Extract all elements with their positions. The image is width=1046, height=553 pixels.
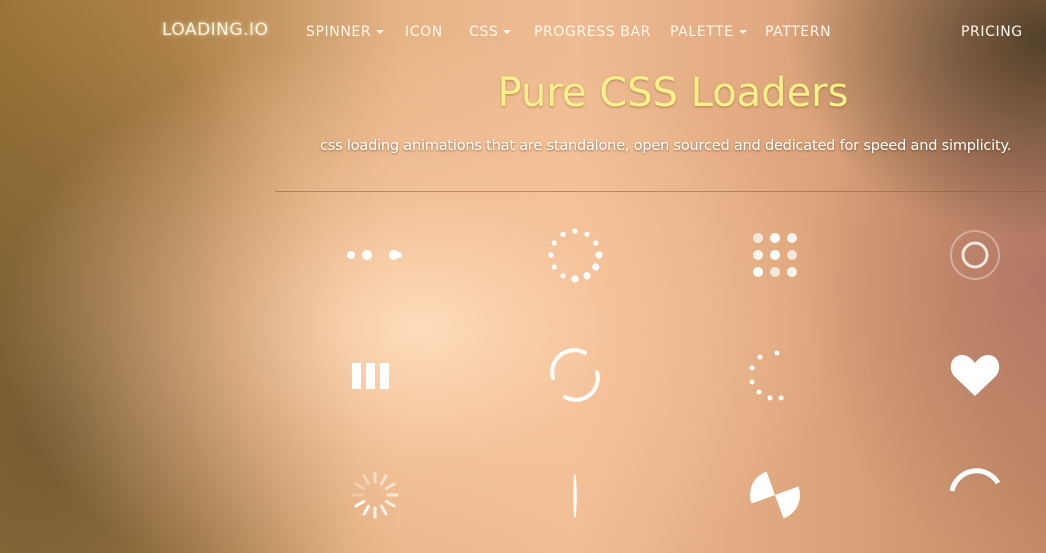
default-loader-dot (584, 231, 590, 237)
divider (275, 191, 1046, 192)
loader-roller[interactable] (725, 325, 825, 425)
spinner-dash (354, 499, 366, 508)
default-loader-dot (551, 264, 557, 270)
loader-heart[interactable] (925, 325, 1025, 425)
loader-ring[interactable] (925, 445, 1025, 545)
hourglass-loader-icon (750, 471, 800, 519)
grid-loader-icon (753, 233, 797, 277)
page-title: Pure CSS Loaders (497, 70, 849, 116)
hourglass-line-loader-icon (573, 474, 577, 518)
nav-palette-label: PALETTE (670, 24, 734, 40)
loader-hourglass-line[interactable] (525, 445, 625, 545)
default-loader-dot (571, 275, 579, 283)
caret-down-icon (738, 30, 747, 34)
nav-palette[interactable]: PALETTE (670, 24, 747, 40)
caret-down-icon (376, 30, 385, 34)
spinner-dash (362, 474, 370, 486)
default-loader-dot (560, 273, 566, 279)
spinner-dash (362, 504, 370, 516)
spinner-dash (384, 500, 396, 508)
nav-css-label: CSS (469, 24, 499, 40)
nav-pricing[interactable]: PRICING (961, 24, 1023, 40)
nav-icon-label: ICON (405, 24, 443, 40)
dual-ring-loader-icon (550, 348, 600, 402)
nav-progress-bar-label: PROGRESS BAR (534, 24, 651, 40)
nav-css[interactable]: CSS (469, 24, 512, 40)
spinner-dash (380, 504, 388, 516)
loader-spinner[interactable] (325, 445, 425, 545)
nav-spinner-label: SPINNER (306, 24, 372, 40)
loader-ripple[interactable] (925, 205, 1025, 305)
spinner-dash (354, 482, 366, 490)
default-loader-dot (592, 263, 600, 271)
spinner-loader-icon (351, 471, 399, 519)
default-loader-dot (595, 251, 603, 259)
default-loader-icon (548, 228, 603, 283)
nav-icon[interactable]: ICON (405, 24, 443, 40)
default-loader-dot (583, 272, 591, 280)
caret-down-icon (503, 30, 512, 34)
default-loader-dot (593, 240, 599, 246)
nav-pattern[interactable]: PATTERN (765, 24, 831, 40)
spinner-dash (384, 482, 396, 490)
ellipsis-loader-icon (347, 250, 402, 260)
brand-logo[interactable]: LOADING.IO (162, 20, 268, 40)
default-loader-dot (572, 228, 578, 234)
loader-default[interactable] (525, 205, 625, 305)
default-loader-dot (548, 252, 554, 258)
ring-loader-icon (949, 468, 1001, 492)
loader-hourglass[interactable] (725, 445, 825, 545)
loader-dual-ring[interactable] (525, 325, 625, 425)
page-subtitle: css loading animations that are standalo… (320, 138, 1012, 154)
spinner-dash (380, 474, 388, 486)
ripple-loader-icon (950, 230, 1000, 280)
default-loader-dot (551, 240, 557, 246)
loader-facebook[interactable] (325, 325, 425, 425)
roller-loader-icon (749, 350, 784, 401)
default-loader-dot (560, 231, 566, 237)
nav-pattern-label: PATTERN (765, 24, 832, 40)
facebook-loader-icon (352, 363, 389, 389)
nav-progress-bar[interactable]: PROGRESS BAR (534, 24, 651, 40)
nav-spinner[interactable]: SPINNER (306, 24, 385, 40)
heart-icon (950, 355, 1000, 396)
loader-ellipsis[interactable] (325, 205, 425, 305)
top-navbar: LOADING.IO SPINNER ICON CSS PROGRESS BAR… (0, 0, 1046, 64)
loader-grid-dots[interactable] (725, 205, 825, 305)
